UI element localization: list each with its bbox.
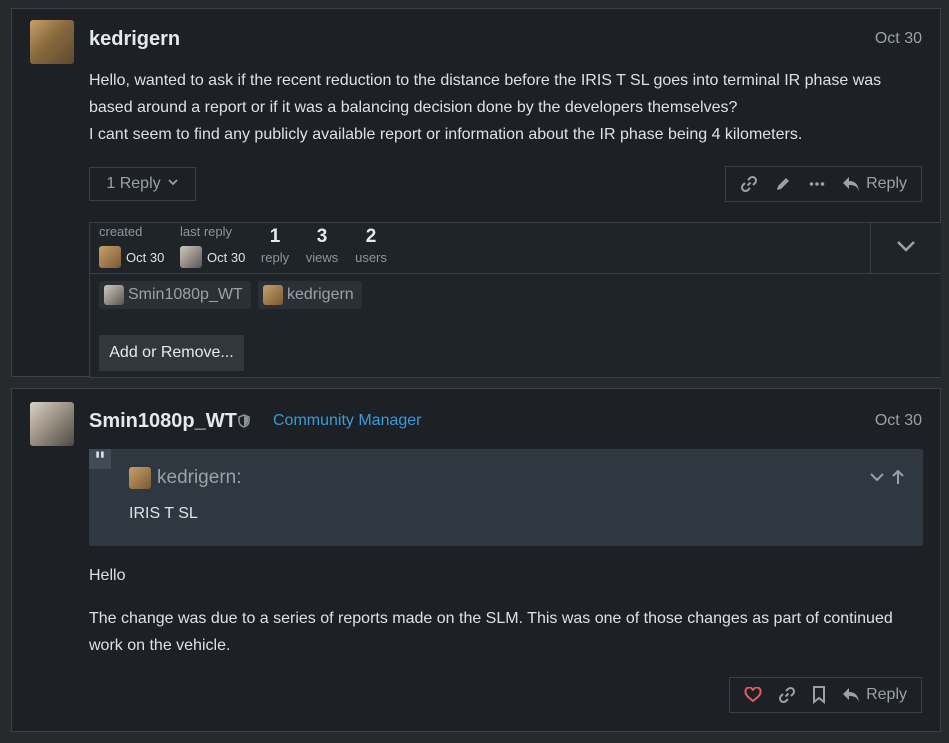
reply-button[interactable]: Reply (834, 167, 915, 201)
reply-label: Reply (866, 686, 907, 703)
post-smin1080p: Smin1080p_WT Community Manager Oct 30 " … (11, 388, 941, 732)
reply-count-label: 1 Reply (106, 175, 161, 192)
avatar (129, 467, 151, 489)
chevron-down-icon (896, 239, 916, 258)
show-replies-button[interactable]: 1 Reply (89, 167, 196, 201)
created-date: Oct 30 (99, 246, 164, 268)
more-icon[interactable] (800, 167, 834, 201)
created-date-text: Oct 30 (126, 249, 165, 265)
topic-map: created Oct 30 last reply Oct 30 1 reply… (89, 222, 941, 378)
quote-icon: " (89, 449, 111, 473)
avatar[interactable] (30, 402, 74, 446)
avatar (263, 285, 283, 305)
post-username[interactable]: kedrigern (89, 28, 180, 51)
participant-name: kedrigern (287, 286, 354, 303)
avatar (99, 246, 121, 268)
last-reply-date: Oct 30 (180, 246, 245, 268)
post-actions: Reply (729, 677, 922, 713)
last-reply-date-text: Oct 30 (207, 249, 246, 265)
add-or-remove-button[interactable]: Add or Remove... (99, 335, 244, 371)
quote-block: " kedrigern: IRIS T SL (89, 449, 923, 546)
reply-icon (842, 687, 860, 703)
topic-map-summary[interactable]: created Oct 30 last reply Oct 30 1 reply… (90, 223, 941, 274)
avatar[interactable] (30, 20, 74, 64)
stat-users-label: users (355, 250, 387, 265)
participant-chip[interactable]: kedrigern (258, 281, 362, 309)
reply-button[interactable]: Reply (834, 678, 915, 712)
created-label: created (99, 224, 143, 239)
post-paragraph: Hello, wanted to ask if the recent reduc… (89, 72, 882, 116)
link-icon[interactable] (732, 167, 766, 201)
stat-replies-value: 1 (269, 226, 281, 247)
post-body: Hello, wanted to ask if the recent reduc… (89, 67, 909, 148)
stat-users-value: 2 (365, 226, 377, 247)
reply-label: Reply (866, 175, 907, 192)
participant-name: Smin1080p_WT (128, 286, 243, 303)
bookmark-icon[interactable] (804, 678, 834, 712)
user-title[interactable]: Community Manager (273, 412, 422, 430)
arrow-up-icon[interactable] (891, 469, 905, 490)
post-kedrigern: kedrigern Oct 30 Hello, wanted to ask if… (11, 8, 941, 378)
post-actions: Reply (725, 166, 922, 202)
pencil-icon[interactable] (766, 167, 800, 201)
last-reply-label: last reply (180, 224, 233, 239)
stat-views-value: 3 (316, 226, 328, 247)
post-date[interactable]: Oct 30 (875, 412, 922, 430)
shield-icon (238, 414, 250, 433)
expand-topic-map-button[interactable] (870, 223, 941, 273)
stat-replies-label: reply (260, 250, 290, 265)
quote-title: kedrigern: (129, 467, 242, 489)
participant-chip[interactable]: Smin1080p_WT (99, 281, 251, 309)
reply-icon (842, 176, 860, 192)
quote-text: IRIS T SL (129, 505, 198, 522)
post-paragraph: Hello (89, 567, 126, 584)
post-username[interactable]: Smin1080p_WT (89, 410, 237, 433)
post-paragraph: The change was due to a series of report… (89, 610, 893, 654)
post-date[interactable]: Oct 30 (875, 30, 922, 48)
chevron-down-icon (167, 175, 179, 193)
chevron-down-icon[interactable] (869, 469, 885, 490)
quote-controls (869, 469, 905, 490)
quote-author: kedrigern: (157, 467, 242, 488)
link-icon[interactable] (770, 678, 804, 712)
avatar (104, 285, 124, 305)
post-body: Hello The change was due to a series of … (89, 562, 919, 659)
stat-views-label: views (305, 250, 339, 265)
like-heart-icon[interactable] (736, 678, 770, 712)
post-paragraph: I cant seem to find any publicly availab… (89, 126, 803, 143)
avatar (180, 246, 202, 268)
